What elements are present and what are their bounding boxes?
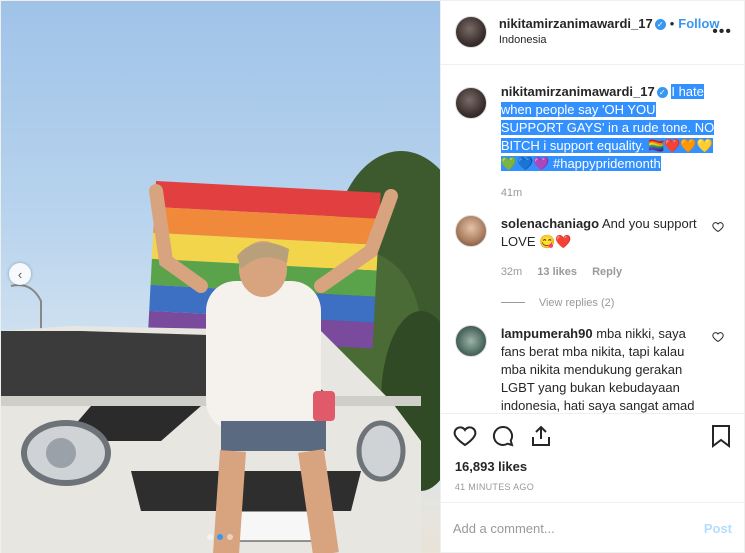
comment-item: lampumerah90 mba nikki, saya fans berat … (454, 324, 730, 413)
comment-like-heart-icon[interactable] (712, 221, 724, 233)
commenter-username[interactable]: lampumerah90 (501, 326, 593, 341)
author-username[interactable]: nikitamirzanimawardi_17 (499, 16, 653, 31)
caption-body: nikitamirzanimawardi_17 ✓ I hate when peo… (500, 83, 721, 199)
comment-icon[interactable] (491, 424, 515, 448)
comment-body: lampumerah90 mba nikki, saya fans berat … (501, 325, 701, 413)
add-comment-input[interactable] (452, 521, 704, 537)
more-options-icon[interactable]: ••• (712, 23, 732, 41)
commenter-avatar[interactable] (454, 214, 487, 247)
caption-time[interactable]: 41m (501, 187, 721, 199)
caption-avatar[interactable] (454, 86, 487, 119)
verified-badge-icon: ✓ (654, 19, 666, 31)
action-bar (440, 412, 744, 459)
post-caption: nikitamirzanimawardi_17 ✓ I hate when peo… (454, 83, 730, 199)
carousel-prev-button[interactable]: ‹ (9, 263, 31, 285)
carousel-dot (227, 534, 234, 540)
heart-icon[interactable] (453, 424, 477, 448)
comment-meta: 32m 13 likes Reply (501, 263, 701, 281)
comments-section: nikitamirzanimawardi_17 ✓ I hate when peo… (441, 65, 744, 413)
post-side-panel: nikitamirzanimawardi_17 ✓ • Follow Indonesi… (439, 1, 744, 553)
share-icon[interactable] (529, 424, 553, 448)
instagram-post: ‹ nikitamirzanimawardi_17 ✓ • Follow Indone… (0, 0, 745, 553)
post-photo[interactable]: ‹ (1, 1, 440, 553)
comment-time[interactable]: 32m (501, 266, 522, 278)
carousel-dot-active (217, 534, 224, 540)
add-comment-bar: Post (440, 502, 744, 553)
comment-item: solenachaniago And you support LOVE 😋❤️ … (454, 214, 730, 281)
bookmark-icon[interactable] (710, 424, 732, 449)
comment-like-heart-icon[interactable] (712, 331, 724, 343)
view-replies-button[interactable]: View replies (2) (500, 296, 730, 309)
commenter-avatar[interactable] (454, 324, 487, 357)
likes-count[interactable]: 16,893 likes (441, 459, 744, 477)
caption-username[interactable]: nikitamirzanimawardi_17 (501, 84, 655, 99)
post-comment-button[interactable]: Post (704, 521, 732, 536)
author-info: nikitamirzanimawardi_17 ✓ • Follow Indonesi… (499, 16, 720, 48)
post-timestamp[interactable]: 41 MINUTES AGO (441, 476, 744, 502)
reply-button[interactable]: Reply (592, 266, 622, 278)
view-replies-label: View replies (2) (538, 296, 615, 309)
author-avatar[interactable] (454, 16, 487, 49)
carousel-indicator (207, 534, 234, 540)
post-location[interactable]: Indonesia (499, 32, 720, 48)
comment-body: solenachaniago And you support LOVE 😋❤️ … (501, 215, 701, 281)
post-header: nikitamirzanimawardi_17 ✓ • Follow Indonesi… (440, 1, 744, 65)
carousel-dot (207, 534, 214, 540)
photo-illustration (1, 151, 440, 553)
follow-separator: • (669, 16, 675, 32)
comment-likes[interactable]: 13 likes (537, 266, 577, 278)
commenter-username[interactable]: solenachaniago (501, 216, 599, 231)
view-replies-line (500, 302, 525, 304)
verified-badge-icon: ✓ (656, 86, 668, 98)
caption-text-block: nikitamirzanimawardi_17 ✓ I hate when peo… (500, 83, 721, 173)
